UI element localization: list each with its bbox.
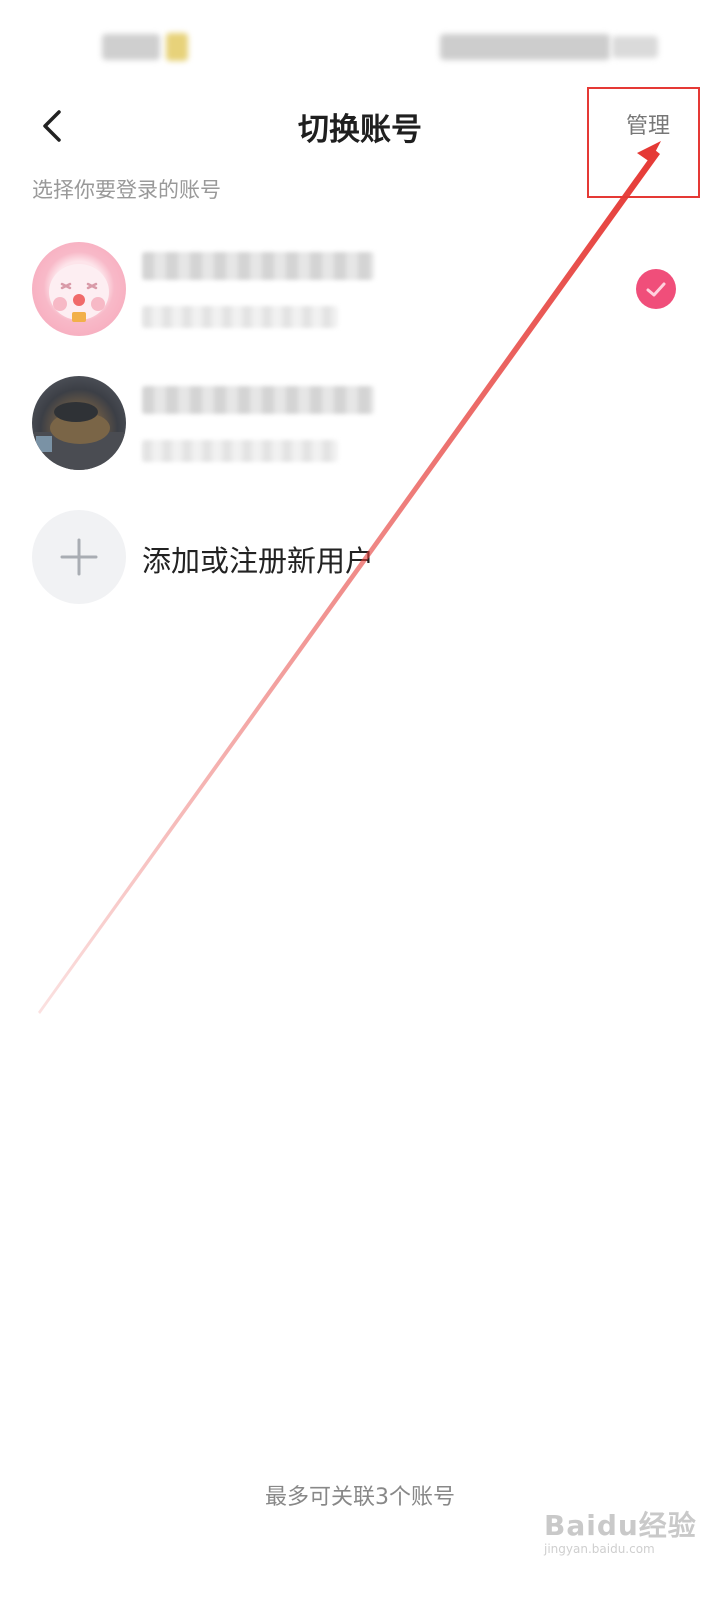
account-name-pixelated xyxy=(142,252,374,280)
avatar xyxy=(32,242,126,336)
plus-icon xyxy=(60,538,98,576)
manage-button[interactable]: 管理 xyxy=(626,108,670,140)
watermark-url: jingyan.baidu.com xyxy=(544,1542,655,1556)
status-notification-icon xyxy=(166,33,188,61)
status-bar xyxy=(0,0,720,90)
watermark-brand: Baidu经验 xyxy=(544,1509,697,1542)
page-title: 切换账号 xyxy=(298,112,422,148)
selected-check-icon xyxy=(636,269,676,309)
photo-avatar-icon xyxy=(32,402,126,470)
add-account-label: 添加或注册新用户 xyxy=(142,544,375,578)
status-icons xyxy=(440,34,610,60)
account-list-subtitle: 选择你要登录的账号 xyxy=(32,178,221,202)
account-name-pixelated xyxy=(142,386,374,414)
avatar xyxy=(32,376,126,470)
add-account-circle xyxy=(32,510,126,604)
watermark: Baidu经验 jingyan.baidu.com xyxy=(540,1494,710,1564)
chevron-left-icon xyxy=(43,110,61,142)
account-id-pixelated xyxy=(142,306,338,328)
battery-icon xyxy=(612,36,658,58)
back-button[interactable] xyxy=(30,102,78,150)
cartoon-avatar-icon xyxy=(49,264,109,322)
account-item[interactable] xyxy=(0,228,720,348)
account-item[interactable] xyxy=(0,362,720,482)
account-id-pixelated xyxy=(142,440,338,462)
status-time xyxy=(102,34,160,60)
nav-bar: 切换账号 管理 xyxy=(0,90,720,162)
add-account-button[interactable]: 添加或注册新用户 xyxy=(0,508,720,608)
